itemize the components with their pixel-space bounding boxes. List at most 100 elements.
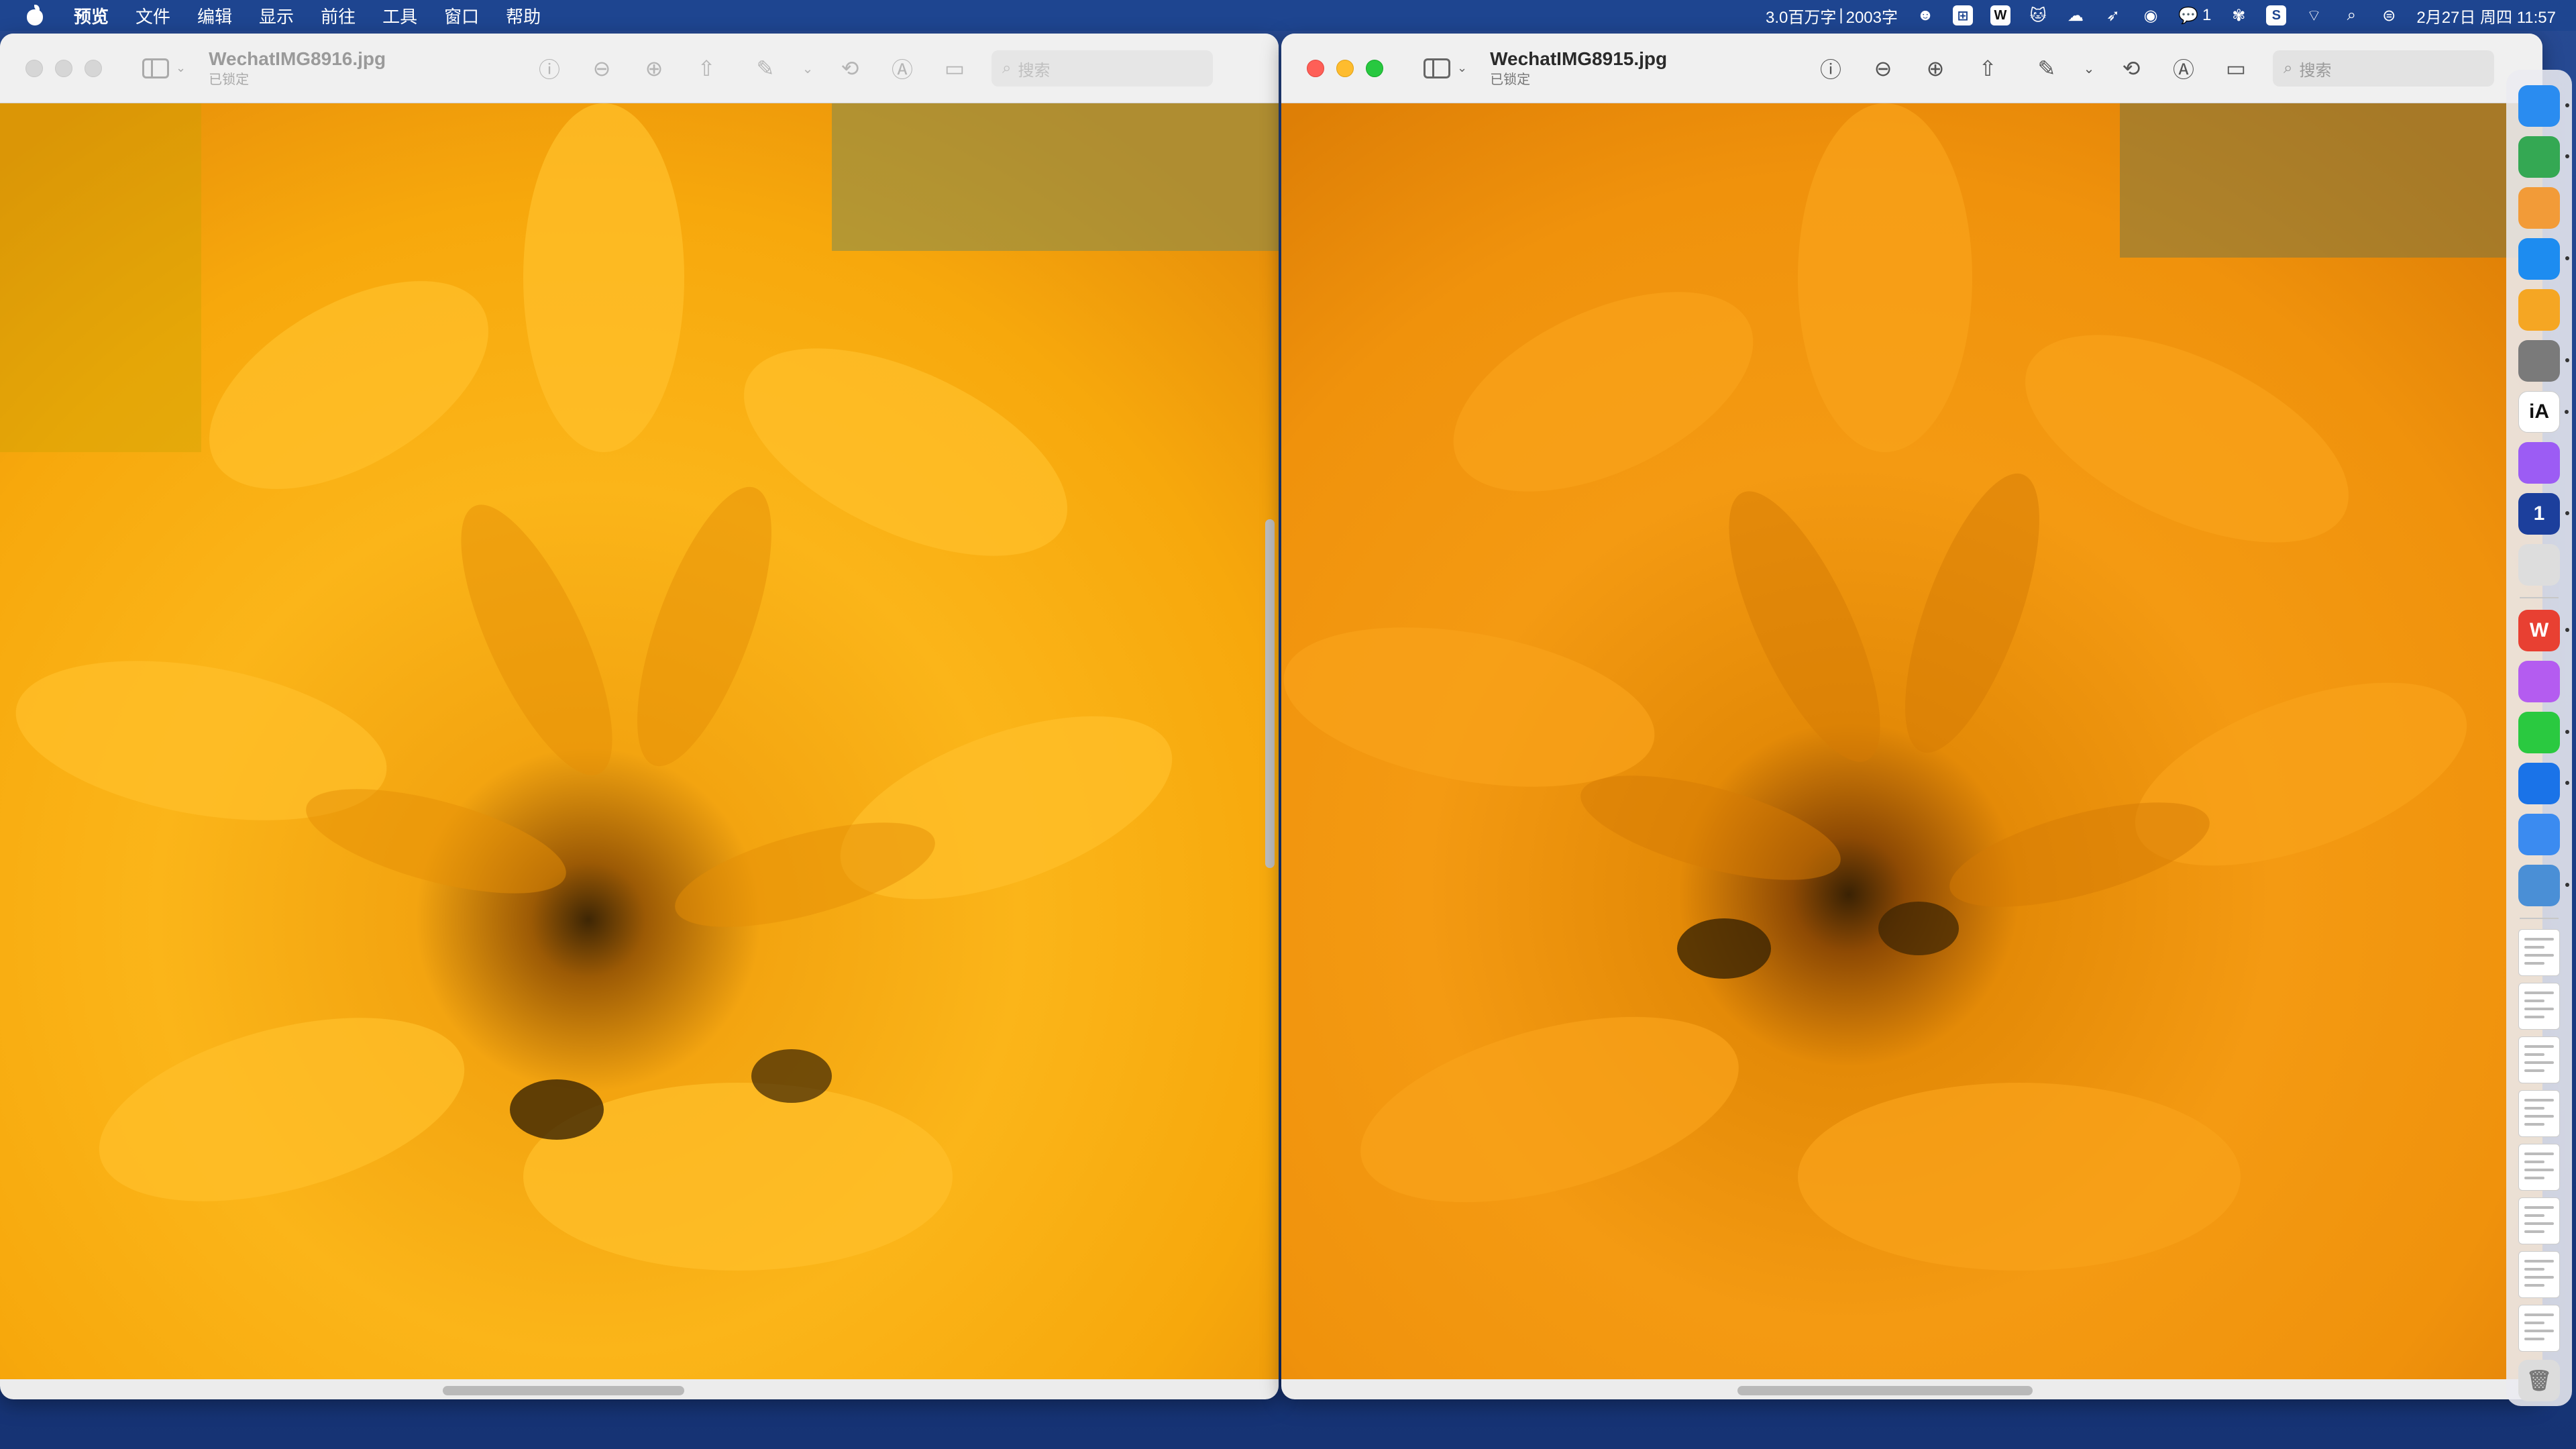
image-canvas[interactable]	[1281, 103, 2542, 1379]
zoom-out-icon[interactable]: ⊖	[1868, 54, 1898, 83]
ia-writer-icon[interactable]: iA	[2518, 391, 2569, 433]
smiley-status-icon[interactable]: ☻	[1915, 5, 1935, 25]
menu-edit[interactable]: 编辑	[197, 3, 232, 28]
fullscreen-button[interactable]	[1366, 59, 1383, 77]
search-field[interactable]: ⌕ 搜索	[991, 50, 1213, 87]
cursor-status-icon[interactable]: ➶	[2103, 5, 2123, 25]
launchpad-icon[interactable]	[2518, 187, 2560, 229]
horizontal-scrollbar[interactable]	[1737, 1386, 2033, 1395]
zoom-in-icon[interactable]: ⊕	[1921, 54, 1950, 83]
menu-help[interactable]: 帮助	[506, 3, 541, 28]
minimized-window-thumbnail[interactable]	[2518, 1144, 2560, 1191]
close-button[interactable]	[25, 59, 43, 77]
wifi-icon[interactable]: ⌔	[2304, 5, 2324, 25]
preview-app-icon[interactable]	[2518, 865, 2569, 906]
markup-pen-icon[interactable]: ✎	[2032, 54, 2061, 83]
minimized-window-thumbnail[interactable]	[2518, 983, 2560, 1030]
record-status-icon[interactable]: ◉	[2141, 5, 2161, 25]
window-controls	[1281, 59, 1383, 77]
rotate-icon[interactable]: ⟲	[2116, 54, 2146, 83]
photos-icon[interactable]	[2518, 289, 2560, 331]
minimized-window-thumbnail[interactable]	[2518, 1251, 2560, 1298]
cloud-sync-icon[interactable]	[2518, 814, 2560, 855]
wechat-status[interactable]: 💬 1	[2178, 5, 2211, 25]
minimized-window-thumbnail[interactable]	[2518, 929, 2560, 976]
share-icon[interactable]: ⇧	[1973, 54, 2002, 83]
sidebar-icon	[1424, 58, 1450, 78]
brain-app-icon[interactable]	[2518, 661, 2560, 702]
brain-status-icon[interactable]: ✾	[2229, 5, 2249, 25]
running-indicator	[2565, 154, 2569, 158]
minimized-window-thumbnail[interactable]	[2518, 1090, 2560, 1137]
system-settings-icon[interactable]	[2518, 340, 2569, 382]
cloud-status-icon[interactable]: ☁	[2065, 5, 2086, 25]
menu-app-preview[interactable]: 预览	[74, 3, 109, 28]
grid-status-icon[interactable]: ⊞	[1952, 5, 1973, 25]
onepassword-icon[interactable]: 1	[2518, 493, 2569, 535]
search-spotlight-icon[interactable]: ⌕	[2341, 5, 2361, 25]
minimize-button[interactable]	[55, 59, 72, 77]
minimize-button[interactable]	[1336, 59, 1354, 77]
menu-tools[interactable]: 工具	[382, 3, 417, 28]
sidebar-icon	[142, 58, 169, 78]
control-center-icon[interactable]: ⊜	[2379, 5, 2399, 25]
search-field[interactable]: ⌕ 搜索	[2273, 50, 2494, 87]
vertical-scrollbar[interactable]	[1265, 519, 1275, 868]
document-title[interactable]: WechatIMG8915.jpg 已锁定	[1490, 48, 1667, 87]
running-indicator	[2565, 256, 2569, 260]
fullscreen-button[interactable]	[85, 59, 102, 77]
annotate-icon[interactable]: Ⓐ	[888, 54, 917, 83]
rotate-icon[interactable]: ⟲	[835, 54, 865, 83]
w-status-icon[interactable]: W	[1990, 5, 2010, 25]
zoom-out-icon[interactable]: ⊖	[587, 54, 616, 83]
status-total-words: 3.0百万字	[1765, 8, 1837, 27]
dock-separator	[2520, 918, 2559, 919]
info-icon[interactable]: ⓘ	[535, 54, 564, 83]
image-canvas[interactable]	[0, 103, 1279, 1379]
form-fill-icon[interactable]: ▭	[2221, 54, 2251, 83]
trash-icon[interactable]: 🗑	[2518, 1360, 2560, 1401]
horizontal-scrollbar[interactable]	[443, 1386, 684, 1395]
menu-go[interactable]: 前往	[321, 3, 356, 28]
cat-app-icon[interactable]	[2518, 442, 2560, 484]
sidebar-toggle-button[interactable]: ⌄	[1424, 58, 1467, 78]
minimized-window-thumbnail[interactable]	[2518, 1305, 2560, 1352]
document-locked-status: 已锁定	[1490, 72, 1531, 87]
markup-menu-chevron-icon[interactable]: ⌄	[793, 54, 822, 83]
minimized-window-thumbnail[interactable]	[2518, 1197, 2560, 1244]
finder-icon[interactable]	[2518, 85, 2569, 127]
preview-window-left[interactable]: ⌄ WechatIMG8916.jpg 已锁定 ⓘ ⊖ ⊕ ⇧ ✎ ⌄ ⟲ Ⓐ …	[0, 34, 1279, 1399]
safari-icon[interactable]	[2518, 238, 2569, 280]
s-status-icon[interactable]: S	[2266, 5, 2287, 25]
info-icon[interactable]: ⓘ	[1816, 54, 1845, 83]
wps-office-icon[interactable]: W	[2518, 610, 2569, 651]
search-placeholder: 搜索	[2299, 61, 2332, 80]
zoom-in-icon[interactable]: ⊕	[639, 54, 669, 83]
apple-menu-icon[interactable]	[25, 5, 44, 26]
cat-status-icon[interactable]: 🐱	[2028, 5, 2048, 25]
menubar-clock[interactable]: 2月27日 周四 11:57	[2416, 4, 2556, 28]
menu-window[interactable]: 窗口	[444, 3, 479, 28]
share-icon[interactable]: ⇧	[692, 54, 721, 83]
running-indicator	[2565, 410, 2569, 414]
wechat-icon[interactable]	[2518, 712, 2569, 753]
search-icon: ⌕	[1002, 59, 1012, 77]
annotate-icon[interactable]: Ⓐ	[2169, 54, 2198, 83]
google-drive-icon[interactable]	[2518, 136, 2569, 178]
menu-view[interactable]: 显示	[259, 3, 294, 28]
markup-menu-chevron-icon[interactable]: ⌄	[2074, 54, 2104, 83]
menu-file[interactable]: 文件	[136, 3, 170, 28]
running-indicator	[2565, 730, 2569, 734]
chat-bubble-icon[interactable]	[2518, 763, 2569, 804]
document-title[interactable]: WechatIMG8916.jpg 已锁定	[209, 48, 386, 87]
iphone-mirroring-icon[interactable]	[2518, 544, 2560, 586]
preview-window-right[interactable]: ⌄ WechatIMG8915.jpg 已锁定 ⓘ ⊖ ⊕ ⇧ ✎ ⌄ ⟲ Ⓐ …	[1281, 34, 2542, 1399]
close-button[interactable]	[1307, 59, 1324, 77]
marigold-photo-right	[1281, 103, 2542, 1379]
window-toolbar: ⓘ ⊖ ⊕ ⇧ ✎ ⌄ ⟲ Ⓐ ▭ ⌕ 搜索	[523, 34, 1213, 103]
form-fill-icon[interactable]: ▭	[940, 54, 969, 83]
markup-pen-icon[interactable]: ✎	[751, 54, 780, 83]
sidebar-toggle-button[interactable]: ⌄	[142, 58, 186, 78]
minimized-window-thumbnail[interactable]	[2518, 1036, 2560, 1083]
word-count-status[interactable]: 3.0百万字 | 2003字	[1766, 4, 1898, 28]
